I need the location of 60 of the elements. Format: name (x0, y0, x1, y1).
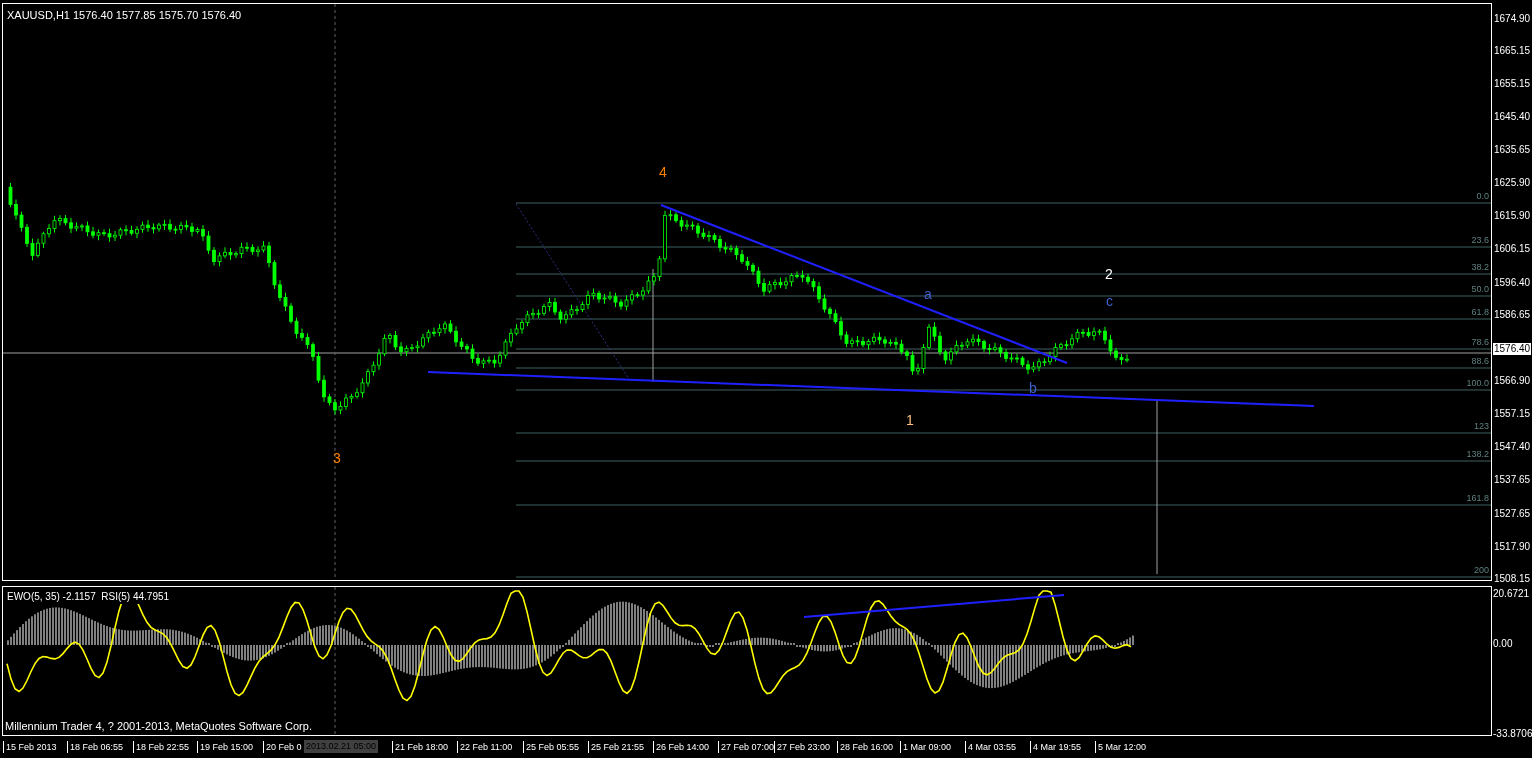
time-axis-label: 27 Feb 23:00 (774, 741, 831, 753)
price-axis-label: 1557.15 (1494, 408, 1531, 420)
price-axis-label: 1625.90 (1494, 177, 1531, 189)
symbol-label: XAUUSD,H1 (7, 8, 70, 23)
time-axis-label: 25 Feb 05:55 (523, 741, 580, 753)
time-axis-label: 25 Feb 21:55 (588, 741, 645, 753)
time-axis-label: 22 Feb 11:00 (457, 741, 513, 753)
price-axis-label: 1547.40 (1494, 441, 1531, 453)
indicator-axis-label: -33.8706 (1493, 728, 1532, 740)
wave-label: b (1029, 380, 1037, 396)
indicator-title: EWO(5, 35) -2.1157 RSI(5) 44.7951 (7, 589, 170, 604)
fib-level-label: 50.0 (1471, 284, 1489, 294)
price-axis-label: 1635.65 (1494, 144, 1531, 156)
time-axis-label: 18 Feb 22:55 (133, 741, 190, 753)
price-axis-label: 1566.90 (1494, 375, 1531, 387)
ohlc-quote: 1576.40 1577.85 1575.70 1576.40 (73, 8, 242, 23)
fib-level-label: 88.6 (1471, 356, 1489, 366)
time-axis-label: 27 Feb 07:00 (718, 741, 775, 753)
time-axis-label: 5 Mar 12:00 (1095, 741, 1147, 753)
indicator-axis-label: 20.6721 (1493, 588, 1530, 600)
fib-level-label: 123 (1473, 421, 1489, 431)
time-axis-label: 18 Feb 06:55 (67, 741, 124, 753)
time-axis-label: 28 Feb 16:00 (837, 741, 894, 753)
fib-level-label: 100.0 (1466, 378, 1489, 388)
current-price-badge: 1576.40 (1493, 343, 1532, 355)
price-axis-label: 1596.40 (1494, 277, 1531, 289)
price-axis-label: 1645.40 (1494, 111, 1531, 123)
price-axis-label: 1674.90 (1494, 13, 1531, 25)
price-axis-label: 1537.65 (1494, 474, 1531, 486)
fib-level-label: 78.6 (1471, 337, 1489, 347)
wave-label: 4 (659, 164, 667, 180)
price-axis-label: 1517.90 (1494, 541, 1531, 553)
time-axis-label: 26 Feb 14:00 (653, 741, 710, 753)
time-axis-label: 15 Feb 2013 (3, 741, 57, 753)
fib-level-label: 61.8 (1471, 307, 1489, 317)
fib-level-label: 23.6 (1471, 235, 1489, 245)
time-axis-label: 4 Mar 03:55 (965, 741, 1017, 753)
price-axis-label: 1655.15 (1494, 78, 1531, 90)
fib-level-label: 200 (1473, 565, 1489, 575)
time-axis-label: 4 Mar 19:55 (1030, 741, 1082, 753)
time-axis-label: 19 Feb 15:00 (197, 741, 254, 753)
wave-label: a (924, 286, 932, 302)
price-axis-label: 1606.15 (1494, 243, 1531, 255)
price-axis-label: 1586.65 (1494, 309, 1531, 321)
price-axis-label: 1527.65 (1494, 508, 1531, 520)
time-axis-label: 21 Feb 18:00 (392, 741, 449, 753)
indicator-axis-label: 0.00 (1493, 638, 1513, 650)
wave-label: 2 (1105, 266, 1113, 282)
wave-label: 1 (906, 412, 914, 428)
fib-level-label: 161.8 (1466, 493, 1489, 503)
wave-label: 3 (333, 450, 341, 466)
price-axis-label: 1508.15 (1494, 573, 1531, 585)
fib-level-label: 138.2 (1466, 449, 1489, 459)
time-axis-label: 20 Feb 0 (263, 741, 302, 753)
price-axis-label: 1665.15 (1494, 45, 1531, 57)
price-axis-label: 1615.90 (1494, 210, 1531, 222)
wave-label: c (1106, 293, 1113, 309)
time-axis-label: 1 Mar 09:00 (900, 741, 952, 753)
fib-level-label: 0.0 (1476, 191, 1489, 201)
fib-level-label: 38.2 (1471, 262, 1489, 272)
